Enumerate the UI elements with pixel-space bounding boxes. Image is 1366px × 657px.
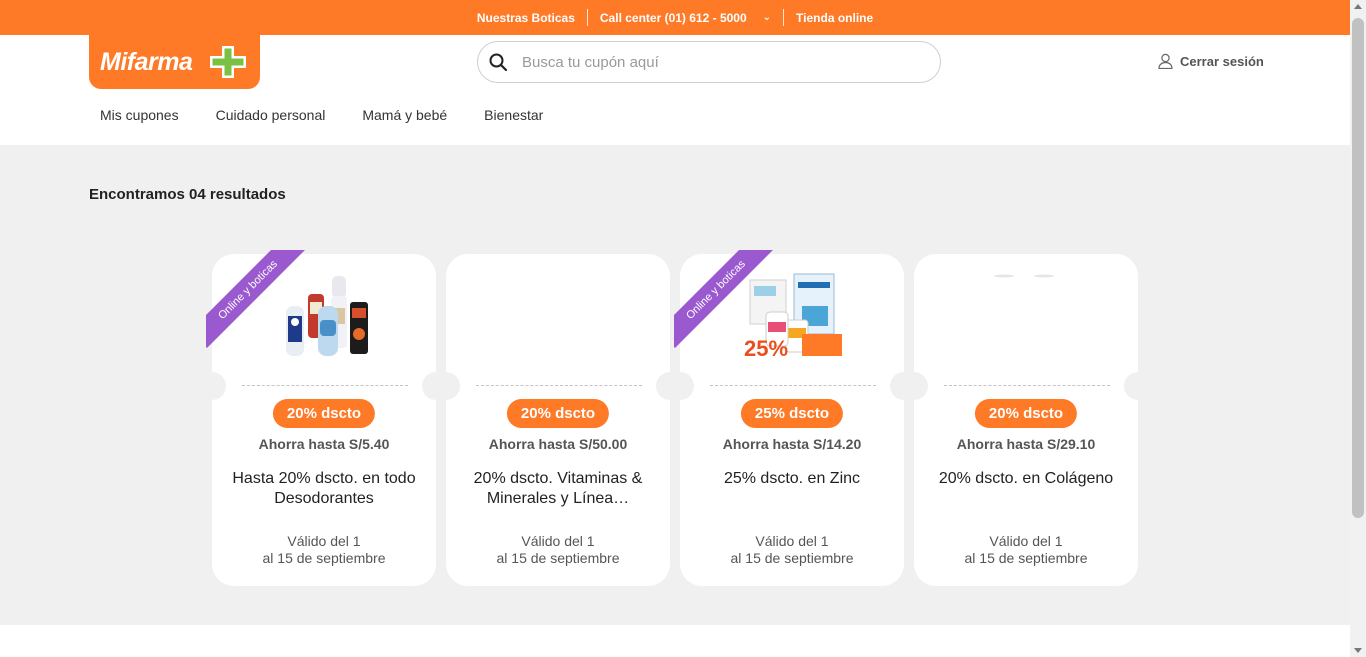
card-divider: [476, 385, 642, 386]
coupon-title: 25% dscto. en Zinc: [723, 470, 861, 487]
deodorants-product-image: [286, 276, 368, 356]
online-store-link[interactable]: Tienda online: [784, 11, 885, 25]
validity-line-2: al 15 de septiembre: [262, 550, 386, 566]
coupon-card[interactable]: Online y boticas 25% 25% dscto Ahorra ha…: [666, 250, 918, 586]
discount-badge: 25% dscto: [740, 399, 844, 428]
validity-line-2: al 15 de septiembre: [730, 550, 854, 566]
search-icon: [489, 53, 508, 72]
scroll-down-icon[interactable]: [1354, 648, 1362, 653]
card-divider: [944, 385, 1110, 386]
logo[interactable]: Mifarma: [89, 35, 260, 89]
header: Mifarma Cerrar sesión Mis cupones Cuidad…: [0, 35, 1350, 145]
validity-line-1: Válido del 1: [287, 533, 361, 549]
discount-badge: 20% dscto: [272, 399, 376, 428]
validity-line-2: al 15 de septiembre: [496, 550, 620, 566]
logout-button[interactable]: Cerrar sesión: [1158, 53, 1264, 69]
svg-text:25%: 25%: [744, 336, 788, 361]
discount-badge: 20% dscto: [974, 399, 1078, 428]
validity-line-2: al 15 de septiembre: [964, 550, 1088, 566]
card-notch: [1124, 372, 1152, 400]
coupon-card[interactable]: 20% dscto Ahorra hasta S/50.00 20% dscto…: [432, 254, 684, 586]
logout-label: Cerrar sesión: [1180, 53, 1264, 69]
savings-text: Ahorra hasta S/29.10: [956, 436, 1096, 452]
call-center-label: Call center (01) 612 - 5000: [599, 10, 747, 25]
savings-text: Ahorra hasta S/14.20: [722, 436, 862, 452]
nav-item-wellness[interactable]: Bienestar: [484, 107, 543, 123]
card-notch: [432, 372, 460, 400]
card-divider: [242, 385, 408, 386]
validity: Válido del 1 al 15 de septiembre: [446, 533, 670, 567]
nav-item-mom-baby[interactable]: Mamá y bebé: [362, 107, 447, 123]
card-notch: [900, 372, 928, 400]
validity-line-1: Válido del 1: [755, 533, 829, 549]
footer: [0, 625, 1350, 657]
discount-badge: 20% dscto: [506, 399, 610, 428]
zinc-product-image: 25%: [744, 273, 842, 361]
search-input[interactable]: [522, 53, 902, 71]
nav-item-my-coupons[interactable]: Mis cupones: [100, 107, 179, 123]
user-icon: [1158, 53, 1173, 69]
validity-line-1: Válido del 1: [989, 533, 1063, 549]
coupon-title: 20% dscto. en Colágeno: [938, 470, 1114, 487]
stores-link[interactable]: Nuestras Boticas: [465, 11, 587, 25]
nav-item-personal-care[interactable]: Cuidado personal: [216, 107, 326, 123]
cross-logo-icon: [210, 46, 246, 78]
call-center-link[interactable]: Call center (01) 612 - 5000 ⌄: [588, 11, 783, 25]
logo-text: Mifarma: [100, 47, 193, 76]
collagen-product-image: [994, 274, 1054, 278]
results-count: Encontramos 04 resultados: [89, 186, 286, 203]
category-nav: Mis cupones Cuidado personal Mamá y bebé…: [100, 107, 580, 123]
coupon-card[interactable]: 20% dscto Ahorra hasta S/29.10 20% dscto…: [900, 254, 1152, 586]
card-notch: [198, 372, 226, 400]
card-notch: [666, 372, 694, 400]
coupon-title: 20% dscto. Vitaminas & Minerales y Línea…: [473, 470, 643, 507]
validity: Válido del 1 al 15 de septiembre: [914, 533, 1138, 567]
chevron-down-icon: ⌄: [762, 12, 772, 23]
coupon-card[interactable]: Online y boticas 20% dscto Ahorra hasta …: [198, 250, 450, 586]
savings-text: Ahorra hasta S/5.40: [258, 436, 390, 452]
card-divider: [710, 385, 876, 386]
scrollbar-thumb[interactable]: [1352, 18, 1364, 518]
main-content: Encontramos 04 resultados Online y botic…: [0, 145, 1350, 625]
validity: Válido del 1 al 15 de septiembre: [212, 533, 436, 567]
scrollbar[interactable]: [1350, 0, 1366, 657]
scroll-up-icon[interactable]: [1354, 4, 1362, 9]
validity-line-1: Válido del 1: [521, 533, 595, 549]
search-bar[interactable]: [477, 41, 941, 83]
top-bar: Nuestras Boticas Call center (01) 612 - …: [0, 0, 1350, 35]
coupon-title: Hasta 20% dscto. en todo Desodorantes: [232, 470, 416, 507]
validity: Válido del 1 al 15 de septiembre: [680, 533, 904, 567]
savings-text: Ahorra hasta S/50.00: [488, 436, 628, 452]
